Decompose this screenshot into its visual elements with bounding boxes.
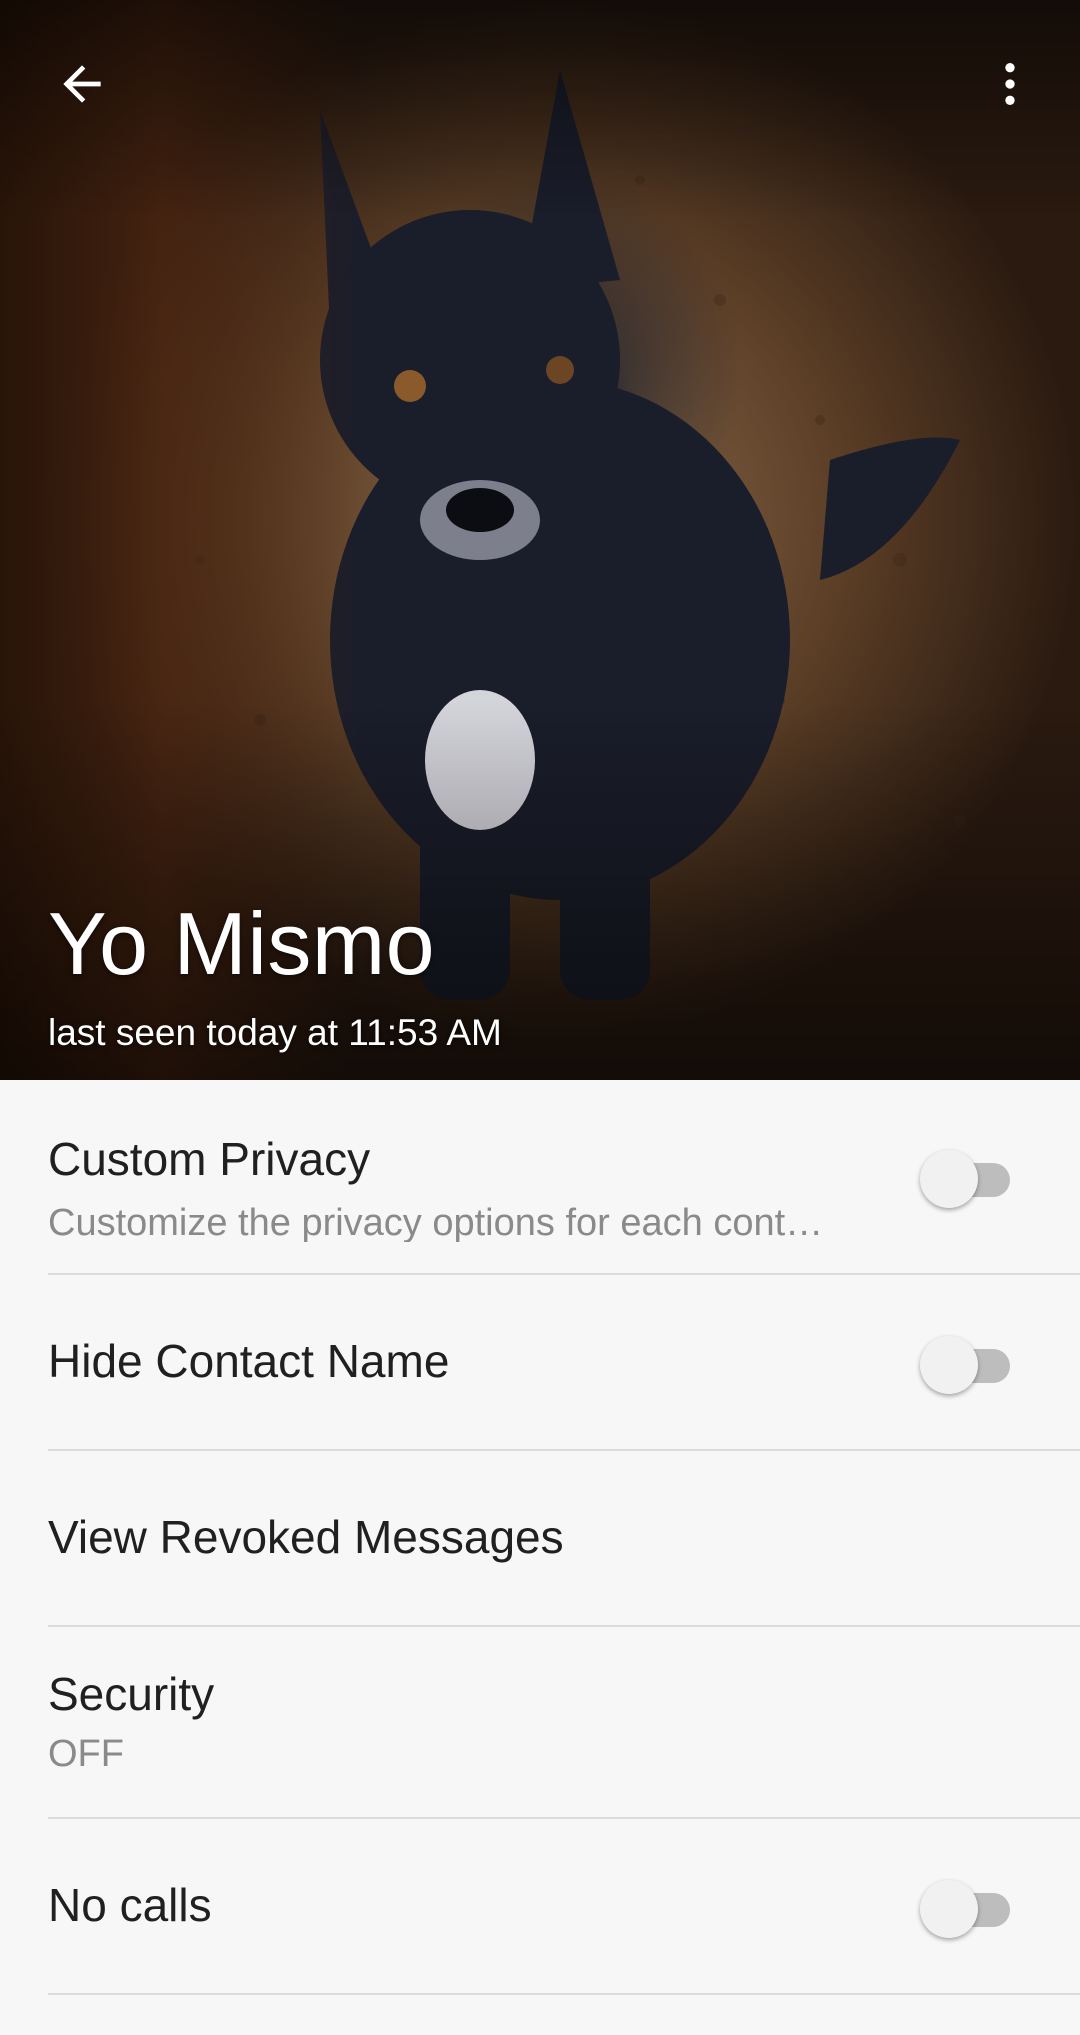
toggle-thumb — [920, 1336, 978, 1394]
no-calls-toggle[interactable] — [920, 1876, 1010, 1938]
arrow-back-icon — [63, 65, 101, 103]
setting-row-custom-privacy[interactable]: Custom Privacy Customize the privacy opt… — [0, 1080, 1080, 1275]
hide-contact-name-toggle[interactable] — [920, 1332, 1010, 1394]
setting-title: Security — [48, 1668, 215, 1720]
setting-title: No calls — [48, 1879, 212, 1931]
setting-row-view-revoked-messages[interactable]: View Revoked Messages — [0, 1451, 1080, 1627]
setting-title: View Revoked Messages — [48, 1511, 564, 1563]
contact-name: Yo Mismo — [48, 894, 436, 993]
contact-settings-list: Custom Privacy Customize the privacy opt… — [0, 1080, 1080, 1995]
header-shade-top — [0, 0, 1080, 220]
setting-row-security[interactable]: Security OFF — [0, 1627, 1080, 1819]
more-vertical-icon — [1005, 63, 1015, 105]
setting-row-hide-contact-name[interactable]: Hide Contact Name — [0, 1275, 1080, 1451]
setting-subtitle: Customize the privacy options for each c… — [48, 1204, 824, 1242]
custom-privacy-toggle[interactable] — [920, 1146, 1010, 1208]
last-seen-status: last seen today at 11:53 AM — [48, 1012, 502, 1053]
setting-title: Hide Contact Name — [48, 1335, 450, 1387]
row-divider — [48, 1993, 1080, 1995]
back-button[interactable] — [34, 36, 130, 132]
toggle-thumb — [920, 1150, 978, 1208]
toggle-thumb — [920, 1880, 978, 1938]
more-options-button[interactable] — [962, 36, 1058, 132]
setting-row-no-calls[interactable]: No calls — [0, 1819, 1080, 1995]
profile-photo-header: Yo Mismo last seen today at 11:53 AM — [0, 0, 1080, 1080]
setting-subtitle: OFF — [48, 1735, 124, 1773]
setting-title: Custom Privacy — [48, 1133, 371, 1185]
